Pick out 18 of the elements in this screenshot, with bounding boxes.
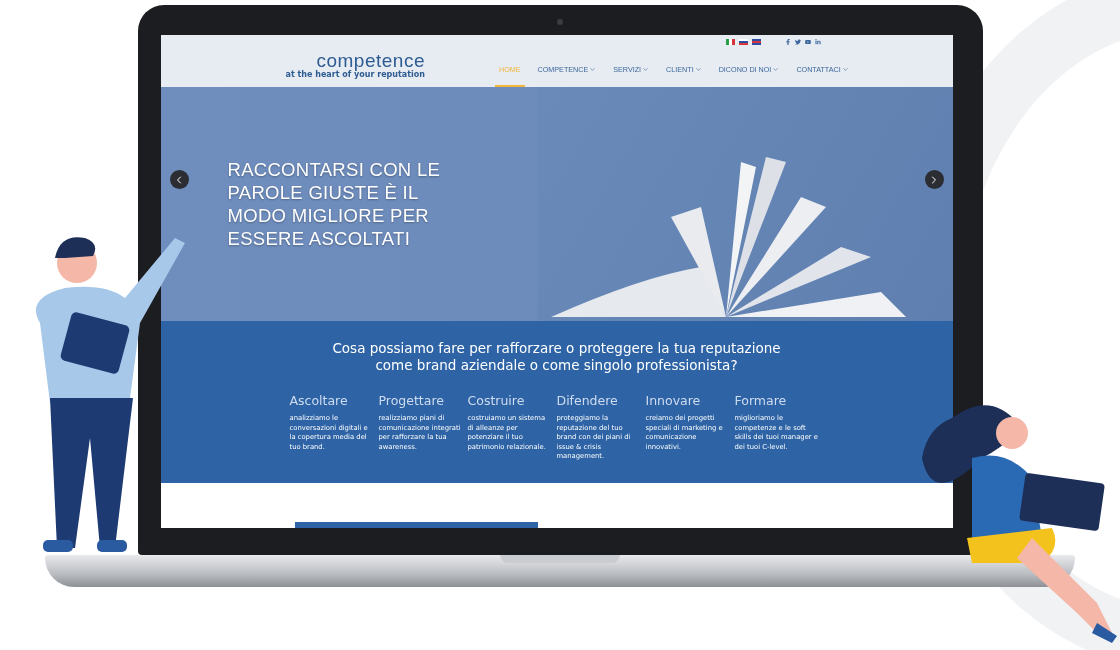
- twitter-icon[interactable]: [794, 39, 801, 45]
- section-heading: Cosa possiamo fare per rafforzare o proteggere la tua reputazione come brand aziendale o come singolo professionista?: [331, 340, 782, 374]
- service-title: Innovare: [645, 393, 702, 408]
- flag-icon[interactable]: [751, 39, 761, 45]
- service-title: Progettare: [378, 393, 445, 408]
- service-title: Formare: [734, 393, 788, 408]
- service-title: Ascoltare: [289, 393, 349, 408]
- service-title: Costruire: [467, 393, 526, 408]
- logo[interactable]: competence at the heart of your reputation: [285, 51, 425, 79]
- previous-slide-button[interactable]: [169, 170, 189, 189]
- hero-headline: RACCONTARSI CON LE PAROLE GIUSTE È IL MODO MIGLIORE PER ESSERE ASCOLTATI: [227, 158, 442, 250]
- linkedin-icon[interactable]: [814, 39, 821, 45]
- camera-icon: [556, 19, 563, 25]
- youtube-icon[interactable]: [804, 39, 811, 45]
- facebook-icon[interactable]: [784, 39, 791, 45]
- flag-icon[interactable]: [725, 39, 735, 45]
- flag-icon[interactable]: [738, 39, 748, 45]
- service-title: Difendere: [556, 393, 619, 408]
